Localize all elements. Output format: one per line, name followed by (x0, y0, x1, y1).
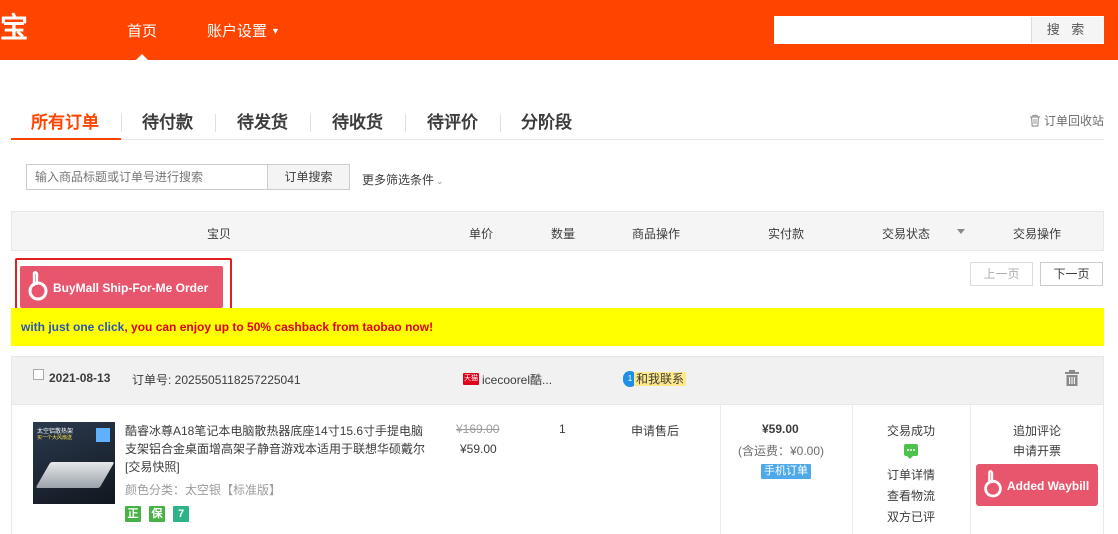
thumbnail-brand-badge (96, 428, 110, 442)
order-details-link[interactable]: 订单详情 (887, 466, 935, 483)
request-invoice-link[interactable]: 申请开票 (1013, 442, 1061, 459)
order-tabs: 所有订单 待付款 待发货 待收货 待评价 分阶段 订单回收站 (11, 104, 1104, 140)
caret-down-icon: ▼ (271, 26, 280, 36)
column-item-operations: 商品操作 (632, 227, 681, 241)
add-review-link[interactable]: 追加评论 (1013, 422, 1061, 439)
recycle-bin-label: 订单回收站 (1043, 114, 1104, 128)
column-divider (852, 405, 853, 534)
column-trade-operations: 交易操作 (1013, 227, 1062, 241)
tab-all-orders[interactable]: 所有订单 (31, 108, 99, 133)
buymall-button-label: BuyMall Ship-For-Me Order (53, 281, 209, 295)
thumbnail-subbanner-text: 买一个大风扇送 (37, 435, 73, 441)
trade-status: 交易成功 (887, 424, 936, 438)
hand-pointer-icon (28, 271, 48, 301)
column-divider (720, 405, 721, 534)
order-header: 2021-08-13 订单号: 2025505118257225041 天猫 i… (11, 356, 1104, 405)
order-recycle-bin[interactable]: 订单回收站 (1029, 112, 1104, 129)
column-unit-price: 单价 (469, 227, 494, 241)
tab-pending-payment[interactable]: 待付款 (142, 108, 193, 133)
promo-text-cashback: , you can enjoy up to 50% cashback from … (124, 320, 434, 334)
apply-after-sale-link[interactable]: 申请售后 (631, 422, 679, 439)
genuine-guarantee-icon[interactable]: 正 (125, 506, 141, 522)
tab-divider (405, 114, 406, 132)
order-table-header: 宝贝 单价 数量 商品操作 实付款 交易状态 交易操作 (11, 211, 1104, 251)
more-filters-toggle[interactable]: 更多筛选条件 ⌄ (362, 171, 444, 188)
promo-text-click: with just one click (21, 320, 125, 334)
active-tab-underline (11, 138, 121, 140)
column-item: 宝贝 (207, 227, 232, 241)
insurance-icon[interactable]: 保 (149, 506, 165, 522)
buymall-ship-for-me-button[interactable]: BuyMall Ship-For-Me Order (20, 266, 223, 308)
tab-divider (121, 114, 122, 132)
site-search-input[interactable] (775, 17, 1030, 43)
prev-page-button[interactable]: 上一页 (970, 262, 1033, 286)
more-filters-label: 更多筛选条件 (362, 173, 435, 187)
order-date: 2021-08-13 (49, 371, 111, 385)
cashback-promo-banner[interactable]: with just one click, you can enjoy up to… (11, 308, 1104, 346)
laptop-stand-image (35, 462, 115, 488)
order-search-input[interactable] (26, 164, 268, 190)
order-search-button[interactable]: 订单搜索 (267, 164, 350, 190)
order-body: 太空铝散热架 买一个大风扇送 酷睿冰尊A18笔记本电脑散热器底座14寸15.6寸… (11, 405, 1104, 534)
site-search: 搜 索 (774, 16, 1104, 44)
column-quantity: 数量 (551, 227, 576, 241)
chat-icon[interactable] (904, 444, 918, 459)
trash-icon (1029, 114, 1040, 127)
shipping-fee: (含运费：¥0.00) (738, 444, 825, 458)
unit-price: ¥59.00 (460, 442, 497, 456)
order-number: 订单号: 2025505118257225041 (132, 373, 301, 387)
column-amount-paid: 实付款 (768, 227, 805, 241)
original-price: ¥169.00 (456, 422, 500, 436)
hand-pointer-icon (984, 470, 1002, 498)
next-page-button[interactable]: 下一页 (1040, 262, 1103, 286)
tmall-icon: 天猫 (463, 373, 479, 385)
product-sku: 颜色分类：太空银【标准版】 (125, 483, 282, 497)
product-title-link[interactable]: 酷睿冰尊A18笔记本电脑散热器底座14寸15.6寸手提电脑支架铝合金桌面增高架子… (125, 422, 425, 476)
status-filter-arrow-icon[interactable] (957, 229, 965, 234)
top-bar: 宝 首页 账户设置 ▼ 搜 索 (0, 0, 1118, 60)
chevron-down-icon: ⌄ (436, 176, 444, 186)
both-reviewed-link[interactable]: 双方已评 (887, 508, 935, 525)
shop-name-link[interactable]: icecoorel酷... (482, 371, 552, 388)
column-divider (970, 405, 971, 534)
tab-divider (215, 114, 216, 132)
active-nav-indicator (136, 54, 148, 60)
mobile-order-badge: 手机订单 (761, 464, 811, 479)
amount-paid: ¥59.00 (762, 422, 799, 436)
seven-day-return-icon[interactable]: 7 (173, 506, 189, 522)
tab-installments[interactable]: 分阶段 (521, 108, 572, 133)
added-waybill-button[interactable]: Added Waybill (976, 464, 1098, 506)
nav-home[interactable]: 首页 (127, 20, 157, 41)
site-search-button[interactable]: 搜 索 (1031, 17, 1103, 43)
tab-divider (500, 114, 501, 132)
waybill-button-label: Added Waybill (1007, 479, 1090, 493)
column-trade-status[interactable]: 交易状态 (882, 225, 930, 242)
tab-pending-review[interactable]: 待评价 (427, 108, 478, 133)
delete-order-icon[interactable] (1063, 369, 1081, 390)
quantity-value: 1 (559, 422, 566, 436)
tab-divider (310, 114, 311, 132)
nav-account-settings[interactable]: 账户设置 ▼ (207, 20, 280, 41)
nav-account-label: 账户设置 (207, 23, 268, 40)
order-select-checkbox[interactable] (33, 369, 44, 380)
contact-seller-label: 和我联系 (634, 372, 687, 386)
product-thumbnail[interactable]: 太空铝散热架 买一个大风扇送 (33, 422, 115, 504)
view-logistics-link[interactable]: 查看物流 (887, 487, 935, 504)
tab-pending-shipment[interactable]: 待发货 (237, 108, 288, 133)
taobao-logo[interactable]: 宝 (0, 10, 32, 46)
tab-pending-receipt[interactable]: 待收货 (332, 108, 383, 133)
